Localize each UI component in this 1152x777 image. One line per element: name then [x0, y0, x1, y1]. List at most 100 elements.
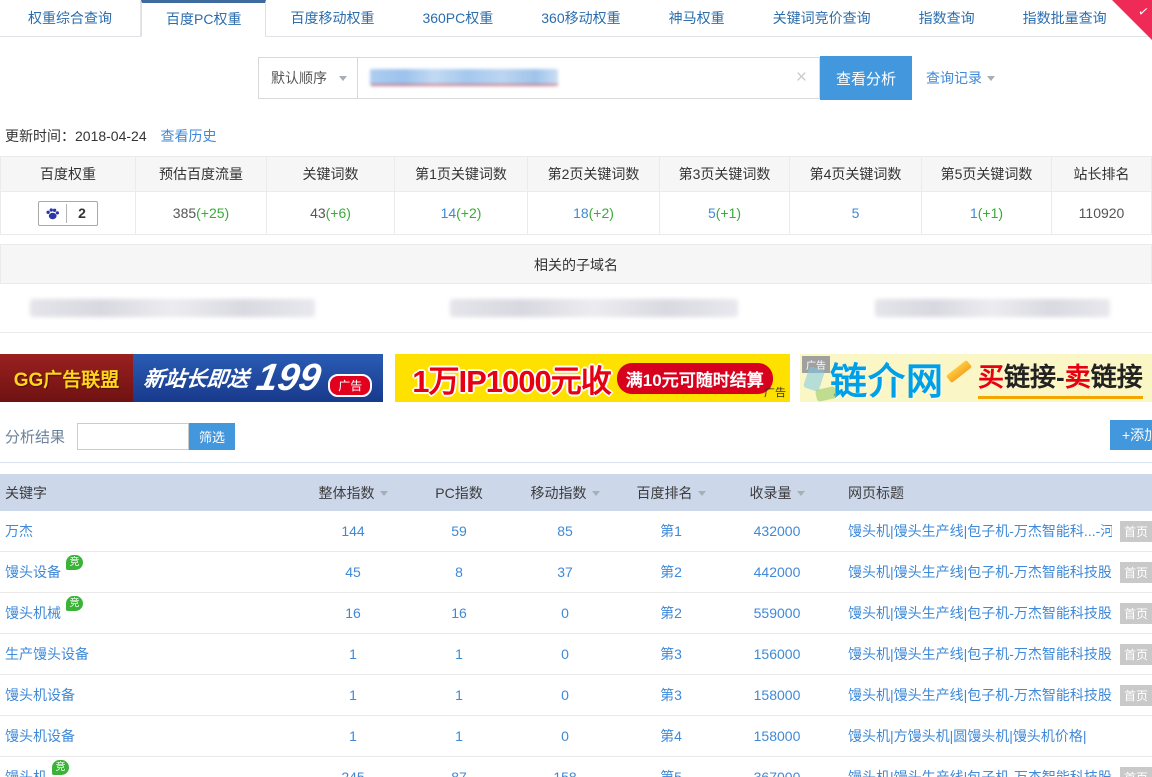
ad-headline: 买链接-卖链接 [978, 357, 1143, 399]
pc-index-value[interactable]: 1 [406, 646, 512, 662]
page3-cell[interactable]: 5(+1) [660, 192, 790, 235]
col-mobile-index[interactable]: 移动指数 [512, 483, 618, 503]
mobile-index-value[interactable]: 0 [512, 728, 618, 744]
page-title-link[interactable]: 馒头机|馒头生产线|包子机-万杰智能科技股份... [848, 562, 1112, 582]
ribbon-check-icon: ✓ [1137, 3, 1151, 21]
table-row: 馒头机设备竞 1 1 0 第3 158000 馒头机|馒头生产线|包子机-万杰智… [0, 675, 1152, 716]
pc-index-value[interactable]: 87 [406, 769, 512, 777]
col-baidu-rank[interactable]: 百度排名 [618, 483, 724, 503]
overall-index-value[interactable]: 1 [300, 687, 406, 703]
ad-offer-block: 新站长即送 199 广告 [133, 354, 383, 402]
traffic-cell: 385(+25) [136, 192, 267, 235]
query-records-link[interactable]: 查询记录 [926, 68, 995, 88]
ad-strip: GG广告联盟 新站长即送 199 广告 1万IP1000元收 满10元可随时结算… [0, 354, 1152, 402]
page5-cell[interactable]: 1(+1) [922, 192, 1052, 235]
page: 权重综合查询 百度PC权重 百度移动权重 360PC权重 360移动权重 神马权… [0, 0, 1152, 777]
mobile-index-value[interactable]: 37 [512, 564, 618, 580]
keyword-link[interactable]: 馒头机 [5, 767, 47, 777]
keyword-link[interactable]: 馒头设备 [5, 562, 61, 582]
page-title-link[interactable]: 馒头机|馒头生产线|包子机-万杰智能科...-河... [848, 521, 1112, 541]
search-input[interactable]: × [358, 57, 820, 99]
subdomain-link-blurred[interactable] [450, 299, 738, 317]
overall-index-value[interactable]: 16 [300, 605, 406, 621]
page3-value[interactable]: 5 [708, 205, 716, 221]
collected-value[interactable]: 559000 [724, 605, 830, 621]
baidu-weight-badge[interactable]: 2 [38, 201, 98, 226]
homepage-badge: 首页 [1120, 767, 1152, 777]
tab-360-pc-weight[interactable]: 360PC权重 [398, 0, 517, 36]
collected-value[interactable]: 367000 [724, 769, 830, 777]
tab-360-mobile-weight[interactable]: 360移动权重 [517, 0, 644, 36]
overall-index-value[interactable]: 245 [300, 769, 406, 777]
rank-cell: 110920 [1052, 192, 1152, 235]
page-title-link[interactable]: 馒头机|馒头生产线|包子机-万杰智能科技股份... [848, 767, 1112, 777]
page4-value[interactable]: 5 [852, 205, 860, 221]
tab-keyword-bidding[interactable]: 关键词竞价查询 [749, 0, 895, 36]
page-title-link[interactable]: 馒头机|馒头生产线|包子机-万杰智能科技股份... [848, 644, 1112, 664]
overall-index-value[interactable]: 144 [300, 523, 406, 539]
pc-index-value[interactable]: 1 [406, 687, 512, 703]
keyword-link[interactable]: 馒头机械 [5, 603, 61, 623]
collected-value[interactable]: 432000 [724, 523, 830, 539]
tab-baidu-mobile-weight[interactable]: 百度移动权重 [266, 0, 398, 36]
page-title-link[interactable]: 馒头机|馒头生产线|包子机-万杰智能科技股份... [848, 603, 1112, 623]
page2-cell[interactable]: 18(+2) [528, 192, 660, 235]
mobile-index-value[interactable]: 158 [512, 769, 618, 777]
collected-value[interactable]: 158000 [724, 728, 830, 744]
view-history-link[interactable]: 查看历史 [161, 128, 217, 144]
tab-index-batch-query[interactable]: 指数批量查询 [999, 0, 1131, 36]
tab-index-query[interactable]: 指数查询 [895, 0, 999, 36]
col-collected[interactable]: 收录量 [724, 483, 830, 503]
collected-value[interactable]: 158000 [724, 687, 830, 703]
col-overall-index[interactable]: 整体指数 [300, 483, 406, 503]
overall-index-value[interactable]: 1 [300, 728, 406, 744]
tab-weight-overview[interactable]: 权重综合查询 [0, 0, 141, 36]
tab-baidu-pc-weight[interactable]: 百度PC权重 [141, 0, 266, 37]
results-header-row: 关键字 整体指数 PC指数 移动指数 百度排名 收录量 网页标题 [0, 474, 1152, 511]
page-title-link[interactable]: 馒头机|方馒头机|圆馒头机|馒头机价格| [848, 726, 1087, 746]
page1-cell[interactable]: 14(+2) [395, 192, 528, 235]
add-button[interactable]: +添加 [1110, 420, 1152, 450]
keyword-link[interactable]: 万杰 [5, 521, 33, 541]
page-title-link[interactable]: 馒头机|馒头生产线|包子机-万杰智能科技股份... [848, 685, 1112, 705]
pc-index-value[interactable]: 59 [406, 523, 512, 539]
order-select[interactable]: 默认顺序 [258, 57, 358, 99]
mobile-index-value[interactable]: 0 [512, 687, 618, 703]
overall-index-value[interactable]: 45 [300, 564, 406, 580]
sort-caret-icon [592, 491, 600, 496]
pc-index-value[interactable]: 16 [406, 605, 512, 621]
tab-shenma-weight[interactable]: 神马权重 [645, 0, 749, 36]
ad-banner-link-market[interactable]: 广告 链介网 买链接-卖链接 [800, 354, 1152, 402]
keyword-link[interactable]: 馒头机设备 [5, 685, 75, 705]
corner-ribbon[interactable]: ✓ [1112, 0, 1152, 40]
subdomain-link-blurred[interactable] [875, 299, 1110, 317]
page2-value[interactable]: 18 [573, 205, 589, 221]
pc-index-value[interactable]: 8 [406, 564, 512, 580]
filter-button[interactable]: 筛选 [189, 423, 235, 450]
subdomain-section: 相关的子域名 [0, 244, 1152, 333]
keyword-link[interactable]: 生产馒头设备 [5, 644, 89, 664]
page4-cell[interactable]: 5 [790, 192, 922, 235]
page5-value[interactable]: 1 [970, 205, 978, 221]
subdomain-link-blurred[interactable] [30, 299, 315, 317]
weight-value: 2 [67, 205, 97, 221]
order-select-label: 默认顺序 [271, 68, 327, 88]
ad-banner-gg-alliance[interactable]: GG广告联盟 新站长即送 199 广告 [0, 354, 383, 402]
homepage-badge: 首页 [1120, 603, 1152, 624]
overall-index-value[interactable]: 1 [300, 646, 406, 662]
paw-icon [39, 204, 67, 223]
ad-banner-ip-buy[interactable]: 1万IP1000元收 满10元可随时结算 广告 [395, 354, 790, 402]
ad-pill-text: 满10元可随时结算 [617, 363, 773, 394]
filter-input[interactable] [77, 423, 189, 450]
clear-icon[interactable]: × [796, 67, 807, 89]
page1-value[interactable]: 14 [441, 205, 457, 221]
baidu-rank-value: 第4 [618, 726, 724, 746]
mobile-index-value[interactable]: 0 [512, 646, 618, 662]
collected-value[interactable]: 156000 [724, 646, 830, 662]
mobile-index-value[interactable]: 85 [512, 523, 618, 539]
mobile-index-value[interactable]: 0 [512, 605, 618, 621]
pc-index-value[interactable]: 1 [406, 728, 512, 744]
analyze-button[interactable]: 查看分析 [820, 56, 912, 100]
keyword-link[interactable]: 馒头机设备 [5, 726, 75, 746]
collected-value[interactable]: 442000 [724, 564, 830, 580]
